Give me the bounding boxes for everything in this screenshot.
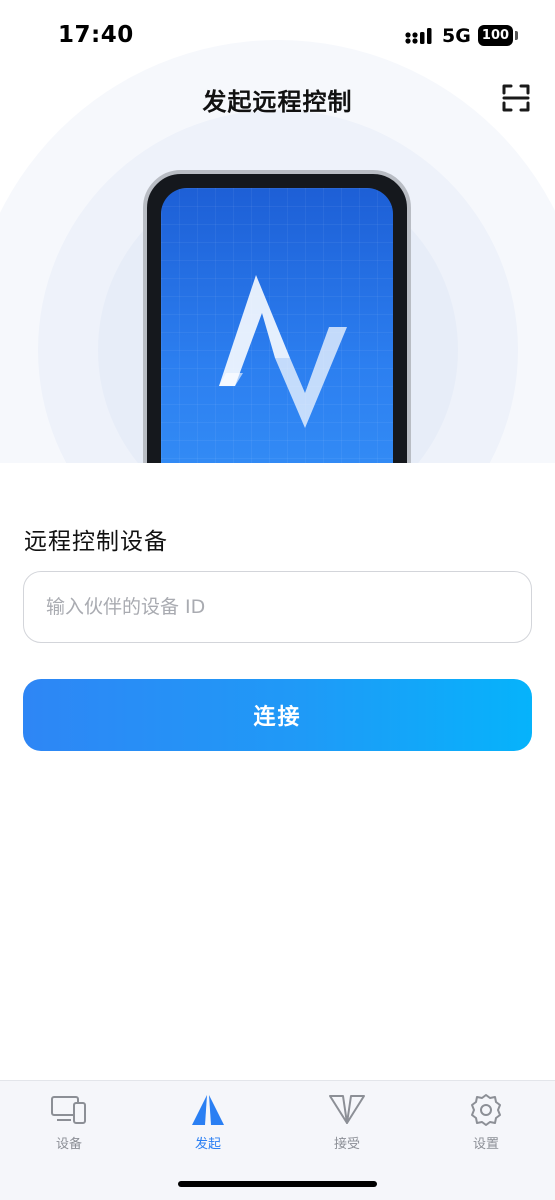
tab-label-initiate: 发起 [194, 1137, 221, 1152]
connect-button[interactable]: 连接 [23, 679, 532, 751]
receive-icon [329, 1095, 365, 1124]
device-id-input[interactable] [23, 571, 532, 643]
scan-button[interactable] [500, 82, 532, 114]
gear-icon [471, 1094, 501, 1126]
devices-icon [51, 1096, 86, 1124]
phone-illustration [143, 170, 411, 463]
header: 发起远程控制 [0, 72, 555, 124]
page-title: 发起远程控制 [202, 88, 353, 116]
hero-illustration [0, 0, 555, 463]
tab-label-settings: 设置 [472, 1137, 499, 1152]
scan-icon [502, 84, 530, 112]
av-logo-icon [219, 275, 347, 428]
tab-label-devices: 设备 [55, 1137, 82, 1152]
tab-label-receive: 接受 [333, 1137, 360, 1152]
phone-screen [161, 188, 393, 463]
initiate-icon [192, 1095, 224, 1125]
tab-devices[interactable]: 设备 [0, 1081, 138, 1161]
section-label: 远程控制设备 [24, 529, 168, 555]
tab-settings[interactable]: 设置 [417, 1081, 555, 1161]
home-indicator [178, 1181, 377, 1187]
tab-receive[interactable]: 接受 [278, 1081, 416, 1161]
tab-initiate[interactable]: 发起 [139, 1081, 277, 1161]
